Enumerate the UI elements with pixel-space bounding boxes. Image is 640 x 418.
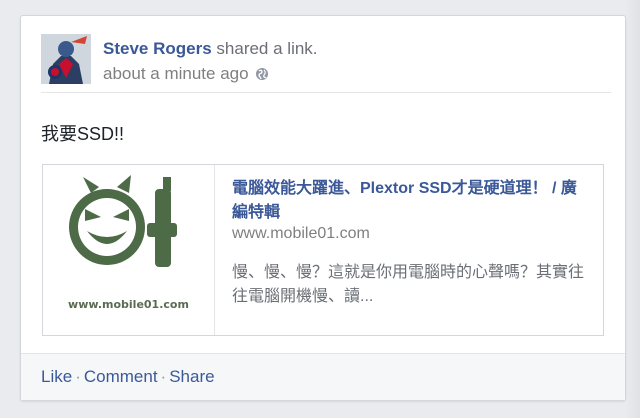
mobile01-logo-icon xyxy=(69,175,177,267)
right-edge-shadow xyxy=(626,0,640,418)
like-link[interactable]: Like xyxy=(41,367,72,386)
story-header: Steve Rogers shared a link. about a minu… xyxy=(41,34,611,94)
comment-link[interactable]: Comment xyxy=(84,367,158,386)
avatar[interactable] xyxy=(41,34,91,84)
link-thumbnail[interactable]: www.mobile01.com xyxy=(43,165,215,335)
post-message: 我要SSD!! xyxy=(41,124,125,144)
separator: · xyxy=(160,367,167,386)
thumbnail-caption: www.mobile01.com xyxy=(68,298,189,311)
author-name[interactable]: Steve Rogers xyxy=(103,39,212,58)
news-feed-story: Steve Rogers shared a link. about a minu… xyxy=(20,15,626,401)
avatar-image xyxy=(41,34,91,84)
author-line: Steve Rogers shared a link. xyxy=(103,39,318,59)
link-preview[interactable]: www.mobile01.com 電腦效能大躍進、Plextor SSD才是硬道… xyxy=(42,164,604,336)
timestamp-line: about a minute ago xyxy=(103,64,269,86)
separator: · xyxy=(75,367,81,386)
post-timestamp[interactable]: about a minute ago xyxy=(103,64,249,83)
link-title[interactable]: 電腦效能大躍進、Plextor SSD才是硬道理！ / 廣編特輯 xyxy=(232,177,592,225)
globe-icon[interactable] xyxy=(255,66,269,86)
post-action-text: shared a link. xyxy=(216,39,318,58)
header-divider xyxy=(41,92,611,93)
link-description: 慢、慢、慢？這就是你用電腦時的心聲嗎？其實往往電腦開機慢、讀... xyxy=(232,264,585,305)
link-domain: www.mobile01.com xyxy=(232,225,370,242)
story-footer: Like · Comment · Share xyxy=(21,353,625,400)
action-links: Like · Comment · Share xyxy=(41,367,215,387)
share-link[interactable]: Share xyxy=(169,367,214,386)
